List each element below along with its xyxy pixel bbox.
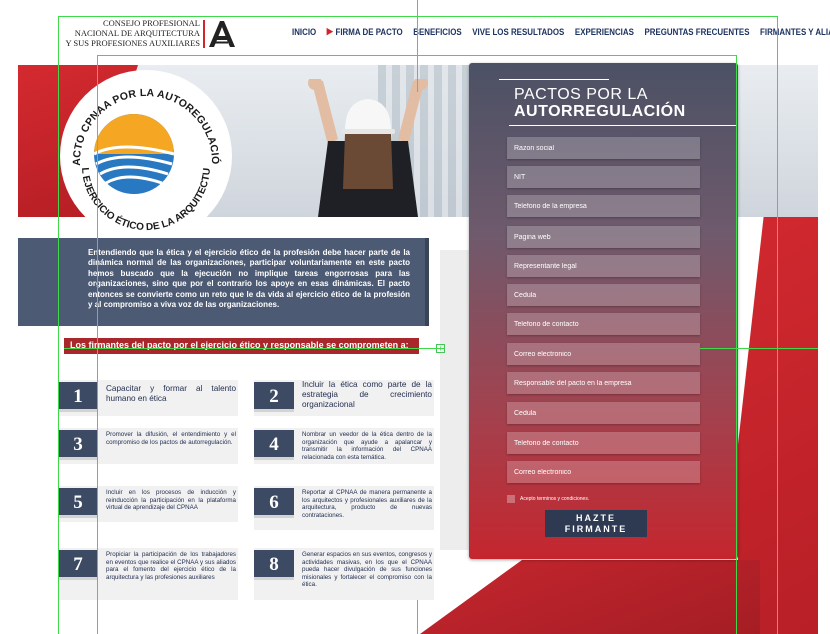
title-divider	[509, 125, 736, 126]
guide-line	[97, 55, 98, 634]
commitment-text: Nombrar un veedor de la ética dentro de …	[302, 431, 432, 461]
org-name-line-1: CONSEJO PROFESIONAL	[102, 18, 200, 28]
guide-line	[736, 55, 737, 634]
terms-label: Acepto terminos y condiciones.	[520, 496, 590, 502]
org-name: CONSEJO PROFESIONAL NACIONAL DE ARQUITEC…	[58, 18, 200, 48]
commitment-item: 6 Reportar al CPNAA de manera permanente…	[254, 486, 434, 530]
commitment-item: 8 Generar espacios en sus eventos, congr…	[254, 548, 434, 600]
legal-representative-field[interactable]	[507, 255, 700, 277]
background-red-shape-bottom	[420, 560, 760, 634]
cpnaa-logo-icon[interactable]	[203, 19, 237, 49]
commitment-item: 4 Nombrar un veedor de la ética dentro d…	[254, 428, 434, 464]
pact-emblem: PACTO CPNAA POR LA AUTOREGULACIÓN DEL EJ…	[56, 61, 232, 242]
commitment-text: Incluir en los procesos de inducción y r…	[106, 489, 236, 512]
guide-line	[700, 348, 818, 349]
play-arrow-icon: ▶	[326, 26, 333, 36]
pact-responsible-field[interactable]	[507, 372, 700, 394]
submit-label-line-1: HAZTE	[576, 512, 616, 523]
intro-accent-bar	[425, 238, 429, 326]
razon-social-field[interactable]	[507, 137, 700, 159]
guide-line	[64, 348, 444, 349]
commitment-item: 5 Incluir en los procesos de inducción y…	[58, 486, 238, 522]
commitments-heading: Los firmantes del pacto por el ejercicio…	[64, 338, 419, 354]
signup-form: PACTOS POR LA AUTORREGULACIÓN Acepto ter…	[469, 63, 738, 559]
nav-item-beneficios[interactable]: BENEFICIOS	[413, 27, 461, 37]
guide-line	[417, 0, 418, 92]
commitment-item: 7 Propiciar la participación de los trab…	[58, 548, 238, 600]
terms-checkbox-row[interactable]: Acepto terminos y condiciones.	[507, 495, 589, 503]
commitment-item: 1 Capacitar y formar al talento humano e…	[58, 380, 238, 416]
terms-checkbox[interactable]	[507, 495, 515, 503]
nav-item-vive-los-resultados[interactable]: VIVE LOS RESULTADOS	[472, 27, 564, 37]
commitment-text: Capacitar y formar al talento humano en …	[106, 384, 236, 403]
commitment-number: 2	[254, 382, 294, 412]
commitment-number: 3	[58, 430, 98, 460]
nav-item-preguntas-frecuentes[interactable]: PREGUNTAS FRECUENTES	[644, 27, 749, 37]
form-title-line-2: AUTORREGULACIÓN	[514, 103, 686, 120]
website-field[interactable]	[507, 226, 700, 248]
guide-line	[58, 16, 59, 634]
responsible-id-field[interactable]	[507, 402, 700, 424]
main-nav: INICIO ▶ FIRMA DE PACTO BENEFICIOS VIVE …	[292, 26, 830, 37]
representative-email-field[interactable]	[507, 343, 700, 365]
become-signatory-button[interactable]: HAZTE FIRMANTE	[545, 510, 647, 537]
pact-emblem-icon: PACTO CPNAA POR LA AUTOREGULACIÓN DEL EJ…	[56, 61, 230, 240]
guide-line	[777, 16, 778, 634]
commitment-number: 5	[58, 488, 98, 518]
commitment-number: 1	[58, 382, 98, 412]
nav-item-experiencias[interactable]: EXPERIENCIAS	[575, 27, 634, 37]
nit-field[interactable]	[507, 166, 700, 188]
commitment-number: 6	[254, 488, 294, 518]
representative-phone-field[interactable]	[507, 313, 700, 335]
commitment-number: 8	[254, 550, 294, 580]
hero-worker-illustration	[308, 79, 428, 217]
nav-item-firmantes-y-aliados[interactable]: FIRMANTES Y ALIADOS	[760, 27, 830, 37]
company-phone-field[interactable]	[507, 195, 700, 217]
responsible-phone-field[interactable]	[507, 432, 700, 454]
commitment-item: 2 Incluir la ética como parte de la estr…	[254, 380, 434, 416]
page: CONSEJO PROFESIONAL NACIONAL DE ARQUITEC…	[0, 0, 830, 634]
representative-id-field[interactable]	[507, 284, 700, 306]
responsible-email-field[interactable]	[507, 461, 700, 483]
guide-line	[417, 600, 418, 634]
title-divider	[499, 79, 609, 80]
commitment-number: 4	[254, 430, 294, 460]
form-title-line-1: PACTOS POR LA	[514, 86, 648, 103]
commitment-text: Incluir la ética como parte de la estrat…	[302, 380, 432, 409]
intro-box: Entendiendo que la ética y el ejercicio …	[18, 238, 426, 326]
org-name-line-3: Y SUS PROFESIONES AUXILIARES	[65, 38, 200, 48]
nav-item-inicio[interactable]: INICIO	[292, 27, 316, 37]
commitment-item: 3 Promover la difusión, el entendimiento…	[58, 428, 238, 464]
org-name-line-2: NACIONAL DE ARQUITECTURA	[74, 28, 200, 38]
intro-text: Entendiendo que la ética y el ejercicio …	[88, 248, 410, 310]
guide-line	[58, 16, 778, 17]
submit-label-line-2: FIRMANTE	[564, 523, 628, 534]
commitment-text: Generar espacios en sus eventos, congres…	[302, 551, 432, 589]
commitment-text: Promover la difusión, el entendimiento y…	[106, 431, 236, 446]
commitment-text: Reportar al CPNAA de manera permanente a…	[302, 489, 432, 519]
commitment-number: 7	[58, 550, 98, 580]
commitment-text: Propiciar la participación de los trabaj…	[106, 551, 236, 581]
nav-item-firma-de-pacto[interactable]: FIRMA DE PACTO	[336, 27, 403, 37]
